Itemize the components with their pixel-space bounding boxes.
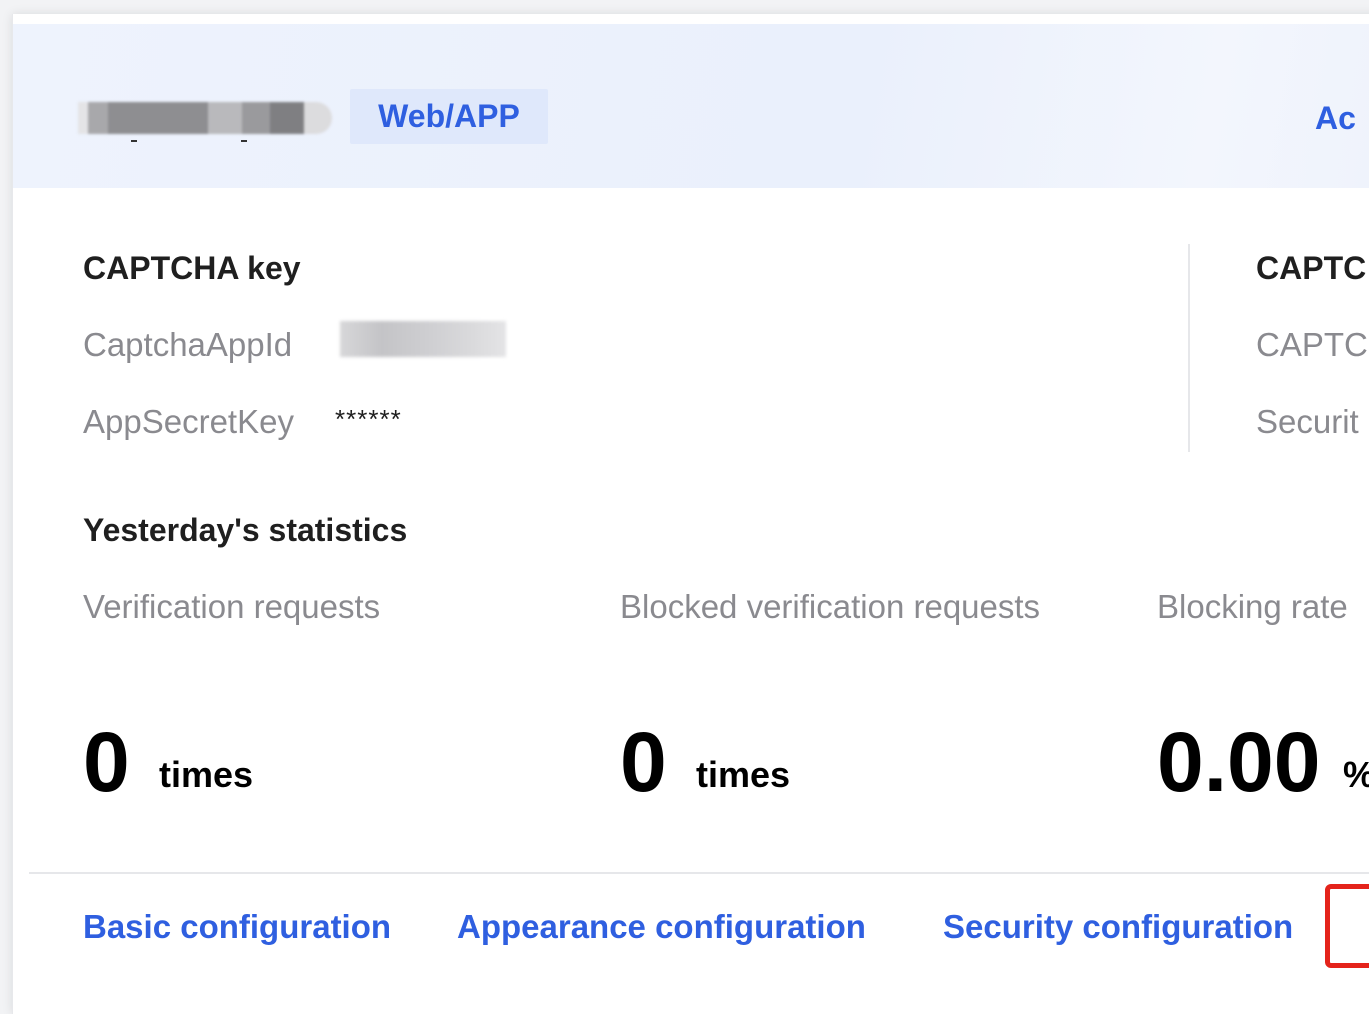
captcha-key-title: CAPTCHA key: [83, 250, 301, 286]
captcha-right-title: CAPTC: [1256, 250, 1367, 286]
blocked-requests-unit: times: [696, 754, 791, 795]
header-action-link[interactable]: Ac: [1315, 100, 1356, 137]
blocking-rate-unit: %: [1343, 754, 1369, 796]
verification-requests-label: Verification requests: [83, 588, 381, 625]
blocked-requests-value: 0: [620, 715, 667, 809]
blocking-rate-label: Blocking rate: [1157, 588, 1348, 625]
blocking-rate-value: 0.00: [1157, 715, 1321, 809]
card-header: Web/APP Ac: [13, 24, 1369, 188]
highlight-annotation-box: [1325, 884, 1369, 968]
app-name-redacted: [78, 102, 332, 134]
captcha-right-row2-label: Securit: [1256, 403, 1359, 440]
appearance-configuration-link[interactable]: Appearance configuration: [457, 908, 866, 946]
security-configuration-link[interactable]: Security configuration: [943, 908, 1293, 946]
app-secret-key-value: ******: [335, 404, 402, 434]
blocked-requests-label: Blocked verification requests: [620, 588, 1041, 625]
captcha-app-card: Web/APP Ac CAPTCHA key CaptchaAppId AppS…: [12, 14, 1369, 1014]
captcha-app-id-value-redacted: [340, 321, 506, 357]
statistics-title: Yesterday's statistics: [83, 512, 408, 548]
basic-configuration-link[interactable]: Basic configuration: [83, 908, 391, 946]
app-name-redacted-underline: [131, 140, 251, 146]
verification-requests-unit: times: [159, 754, 254, 795]
footer-divider: [29, 872, 1369, 874]
column-divider: [1188, 244, 1190, 452]
app-secret-key-label: AppSecretKey: [83, 403, 294, 440]
captcha-app-id-label: CaptchaAppId: [83, 326, 293, 363]
platform-tag: Web/APP: [350, 89, 548, 144]
verification-requests-value: 0: [83, 715, 130, 809]
captcha-right-row1-label: CAPTC: [1256, 326, 1368, 363]
